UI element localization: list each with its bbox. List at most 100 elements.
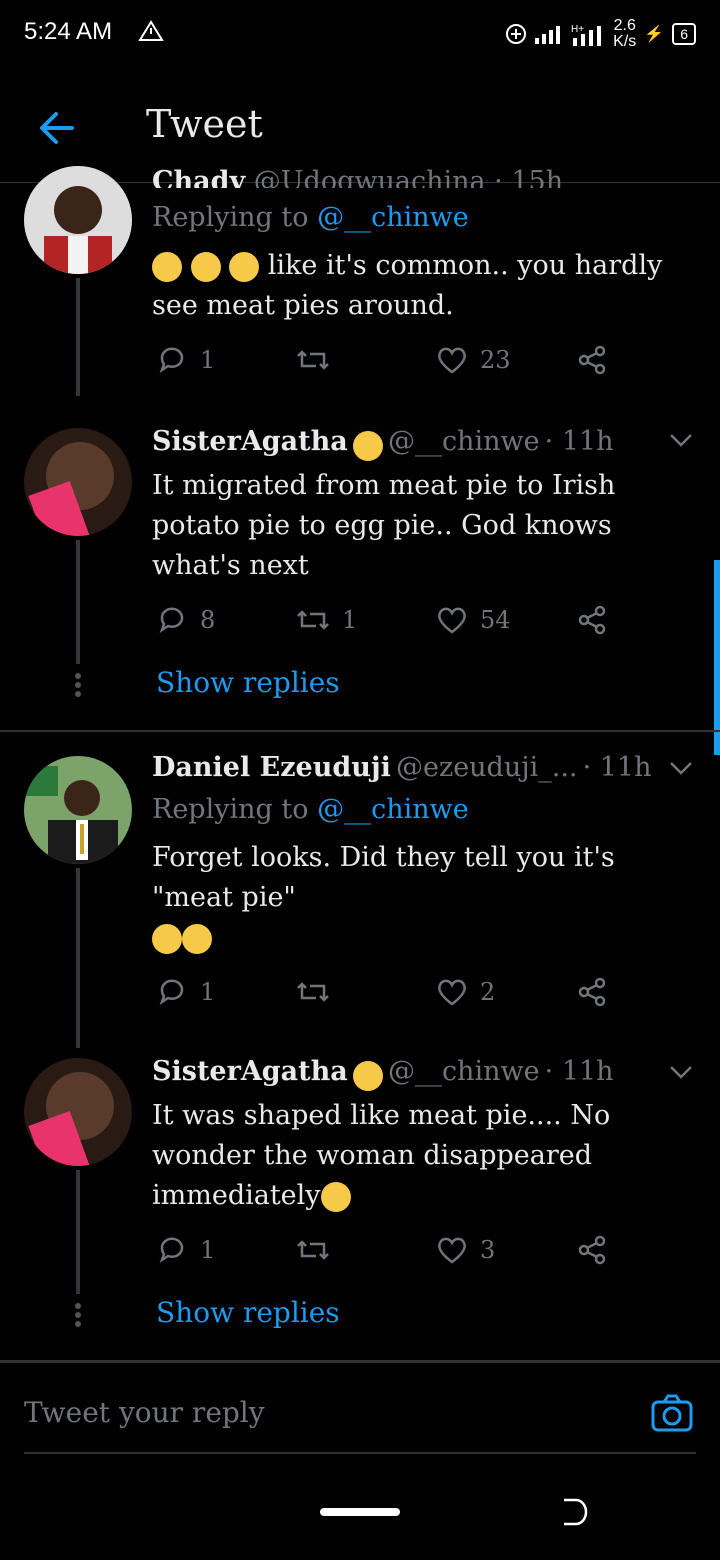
heart-icon xyxy=(438,607,466,634)
show-replies-link[interactable]: Show replies xyxy=(156,666,340,699)
replying-to: Replying to @__chinwe xyxy=(152,202,469,233)
heart-icon xyxy=(438,979,466,1006)
reply-icon xyxy=(159,347,184,374)
laughing-emoji-icon xyxy=(152,251,182,282)
chevron-down-icon xyxy=(670,434,692,447)
battery-icon: 6 xyxy=(672,23,696,45)
divider xyxy=(0,1360,720,1363)
rotate-button[interactable] xyxy=(560,1496,590,1532)
tweet-time: · 11h xyxy=(544,426,614,457)
avatar[interactable] xyxy=(24,428,132,536)
tweet-actions: 1 3 xyxy=(156,1234,616,1266)
author-handle: @ezeuduji_... xyxy=(395,752,578,783)
more-button[interactable] xyxy=(668,760,694,780)
tweet-meta: SisterAgatha @__chinwe · 11h xyxy=(152,426,614,461)
like-button[interactable]: 2 xyxy=(436,977,576,1007)
reply-button[interactable]: 1 xyxy=(156,1234,296,1266)
status-bar: 5:24 AM H+ 2.6 K/s ⚡ 6 xyxy=(0,0,720,70)
share-icon xyxy=(578,345,606,375)
chevron-down-icon xyxy=(670,762,692,775)
retweet-button[interactable] xyxy=(296,1236,436,1264)
avatar[interactable] xyxy=(24,756,132,864)
smirk-emoji-icon xyxy=(352,430,383,461)
reply-icon xyxy=(159,1237,184,1264)
tweet-meta: SisterAgatha @__chinwe · 11h xyxy=(152,1056,614,1091)
data-saver-icon xyxy=(506,24,527,44)
retweet-button[interactable] xyxy=(296,346,436,374)
status-time: 5:24 AM xyxy=(24,18,113,45)
author-name[interactable]: Daniel Ezeuduji xyxy=(152,752,391,783)
back-button[interactable] xyxy=(34,108,78,148)
status-right: H+ 2.6 K/s ⚡ 6 xyxy=(505,18,696,50)
retweet-button[interactable]: 1 xyxy=(296,606,436,634)
more-button[interactable] xyxy=(668,432,694,452)
tweet-text: It migrated from meat pie to Irish potat… xyxy=(152,470,616,581)
tweet-time: · 11h xyxy=(582,752,652,783)
laughing-emoji-icon xyxy=(190,251,221,282)
reply-icon xyxy=(159,607,184,634)
page-title: Tweet xyxy=(146,102,263,146)
signal-icon-2: H+ xyxy=(571,24,602,46)
replying-handle-link[interactable]: @__chinwe xyxy=(317,794,469,825)
tweet-meta: Daniel Ezeuduji @ezeuduji_... · 11h xyxy=(152,752,652,783)
thread-dots xyxy=(74,1300,82,1330)
net-speed: 2.6 K/s xyxy=(613,17,637,50)
alert-icon xyxy=(138,20,164,49)
thread-line xyxy=(76,540,80,664)
share-button[interactable] xyxy=(576,604,608,636)
show-replies-link[interactable]: Show replies xyxy=(156,1296,340,1329)
wink-emoji-icon xyxy=(152,923,182,954)
tweet-meta-partial: Chady @Udogwuachina · 15h xyxy=(152,166,564,188)
like-button[interactable]: 3 xyxy=(436,1235,576,1265)
arrow-left-icon xyxy=(40,112,74,144)
thread-line xyxy=(76,868,80,1048)
tweet-actions: 1 23 xyxy=(156,344,616,376)
author-name[interactable]: SisterAgatha xyxy=(152,1056,348,1087)
heart-icon xyxy=(438,347,466,374)
thread-line xyxy=(76,1170,80,1294)
tweet-time: · 11h xyxy=(544,1056,614,1087)
share-icon xyxy=(578,1235,606,1265)
reply-button[interactable]: 1 xyxy=(156,344,296,376)
tweet-text: like it's common.. you hardly see meat p… xyxy=(152,250,663,321)
like-button[interactable]: 23 xyxy=(436,345,576,375)
reply-button[interactable]: 8 xyxy=(156,604,296,636)
composer-underline xyxy=(24,1452,696,1454)
retweet-button[interactable] xyxy=(296,978,436,1006)
author-handle: @__chinwe xyxy=(387,426,540,457)
share-button[interactable] xyxy=(576,344,608,376)
chevron-down-icon xyxy=(670,1066,692,1079)
divider xyxy=(0,730,720,732)
reply-input[interactable]: Tweet your reply xyxy=(24,1396,265,1429)
camera-button[interactable] xyxy=(650,1392,694,1438)
like-button[interactable]: 54 xyxy=(436,605,576,635)
retweet-icon xyxy=(297,350,329,370)
home-gesture-pill[interactable] xyxy=(320,1508,400,1516)
author-handle: @__chinwe xyxy=(387,1056,540,1087)
thread-line xyxy=(76,278,80,396)
rotate-icon xyxy=(564,1498,588,1526)
avatar[interactable] xyxy=(24,166,132,274)
tweet-text: Forget looks. Did they tell you it's "me… xyxy=(152,838,672,958)
camera-icon xyxy=(651,1394,693,1432)
laughing-emoji-icon xyxy=(320,1181,351,1212)
share-button[interactable] xyxy=(576,1234,608,1266)
replying-handle-link[interactable]: @__chinwe xyxy=(317,202,469,233)
tweet-actions: 8 1 54 xyxy=(156,604,616,636)
avatar[interactable] xyxy=(24,1058,132,1166)
author-name[interactable]: SisterAgatha xyxy=(152,426,348,457)
more-button[interactable] xyxy=(668,1064,694,1084)
replying-to: Replying to @__chinwe xyxy=(152,794,469,825)
reply-button[interactable]: 1 xyxy=(156,976,296,1008)
heart-icon xyxy=(438,1237,466,1264)
thread-dots xyxy=(74,670,82,700)
scrollbar[interactable] xyxy=(714,560,720,755)
smirk-emoji-icon xyxy=(352,1060,383,1091)
retweet-icon xyxy=(297,610,329,630)
tweet-text: It was shaped like meat pie.... No wonde… xyxy=(152,1100,611,1212)
wink-emoji-icon xyxy=(182,923,212,954)
signal-icon xyxy=(535,26,561,44)
laughing-emoji-icon xyxy=(229,251,260,282)
charging-icon: ⚡ xyxy=(644,26,665,43)
share-button[interactable] xyxy=(576,976,608,1008)
